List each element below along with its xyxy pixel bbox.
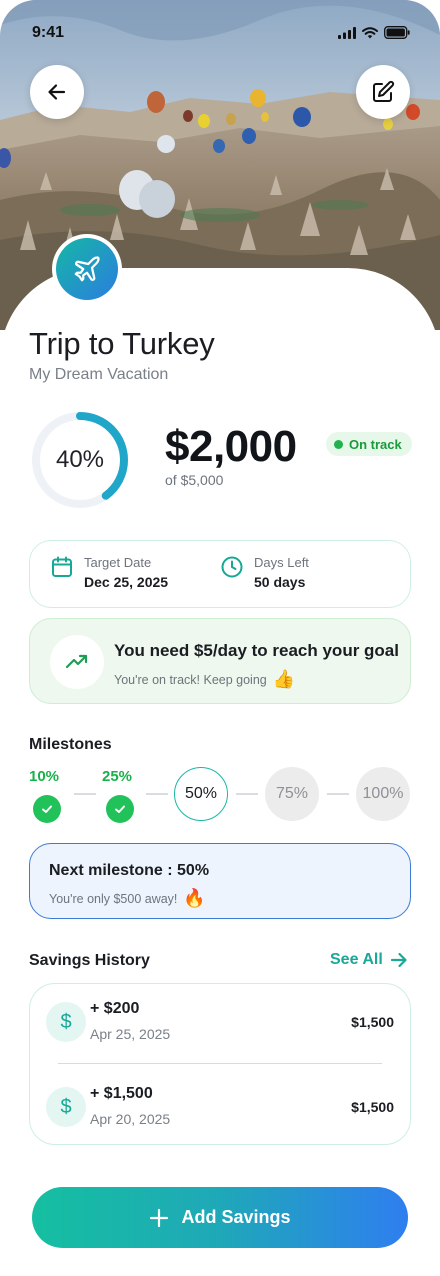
edit-icon xyxy=(373,80,395,102)
milestones-title: Milestones xyxy=(29,736,112,753)
phone-screen: 9:41 Trip to Turkey My Dream Vacation 40… xyxy=(0,0,440,1276)
check-icon xyxy=(115,805,125,813)
milestone-pending[interactable]: 100% xyxy=(356,767,410,821)
wifi-icon xyxy=(362,26,378,38)
target-date-label: Target Date xyxy=(84,555,152,570)
history-row[interactable]: $ + $200 Apr 25, 2025 $1,500 xyxy=(30,1000,412,1062)
signal-icon xyxy=(338,26,356,39)
back-button[interactable] xyxy=(30,65,84,119)
add-savings-label: Add Savings xyxy=(181,1207,291,1227)
tip-subtitle-text: You're on track! Keep going xyxy=(114,672,267,687)
fire-icon: 🔥 xyxy=(183,888,206,908)
target-amount: of $5,000 xyxy=(165,472,224,488)
history-amount: + $200 xyxy=(90,1000,140,1017)
status-dot xyxy=(334,439,343,449)
see-all-link[interactable]: See All xyxy=(330,950,409,970)
tip-icon-circle xyxy=(50,635,104,689)
savings-history-card: $ + $200 Apr 25, 2025 $1,500 $ + $1,500 … xyxy=(29,983,411,1145)
saved-amount: $2,000 xyxy=(165,422,297,471)
target-date-block: Target Date Dec 25, 2025 xyxy=(50,555,168,590)
milestone-active[interactable]: 50% xyxy=(174,767,228,821)
status-time: 9:41 xyxy=(32,24,65,41)
plus-icon xyxy=(150,1208,169,1227)
airplane-icon xyxy=(74,256,100,282)
history-date: Apr 25, 2025 xyxy=(90,1026,171,1042)
history-total: $1,500 xyxy=(351,1099,394,1115)
milestone-connector xyxy=(327,793,349,795)
status-icons xyxy=(338,26,410,39)
check-icon xyxy=(42,805,52,813)
milestone-check xyxy=(106,795,134,823)
savings-history-title: Savings History xyxy=(29,952,150,969)
clock-icon xyxy=(221,556,243,578)
next-milestone-subtitle-text: You're only $500 away! xyxy=(49,891,178,906)
next-milestone-title: Next milestone : 50% xyxy=(49,862,210,879)
history-divider xyxy=(58,1063,382,1064)
arrow-right-icon xyxy=(390,952,407,968)
status-badge: On track xyxy=(326,432,412,456)
goal-icon-badge xyxy=(52,234,122,304)
dollar-icon: $ xyxy=(46,1002,86,1042)
milestone-check xyxy=(33,795,61,823)
next-milestone-card: Next milestone : 50% You're only $500 aw… xyxy=(29,843,411,919)
history-row[interactable]: $ + $1,500 Apr 20, 2025 $1,500 xyxy=(30,1085,412,1147)
calendar-icon xyxy=(52,556,72,577)
progress-percent: 40% xyxy=(55,446,105,473)
battery-icon xyxy=(384,26,410,39)
dollar-icon: $ xyxy=(46,1087,86,1127)
arrow-left-icon xyxy=(48,84,66,100)
trending-up-icon xyxy=(65,654,88,669)
see-all-label: See All xyxy=(330,951,383,968)
tip-title: You need $5/day to reach your goal xyxy=(114,641,399,660)
dates-card: Target Date Dec 25, 2025 Days Left 50 da… xyxy=(29,540,411,608)
milestone-pending[interactable]: 75% xyxy=(265,767,319,821)
tip-subtitle: You're on track! Keep going 👍 xyxy=(114,669,295,690)
history-total: $1,500 xyxy=(351,1014,394,1030)
thumbs-up-icon: 👍 xyxy=(272,669,296,689)
milestone-connector xyxy=(74,793,96,795)
history-date: Apr 20, 2025 xyxy=(90,1111,171,1127)
status-badge-label: On track xyxy=(349,436,402,452)
history-amount: + $1,500 xyxy=(90,1085,153,1102)
milestone-connector xyxy=(236,793,258,795)
status-bar: 9:41 xyxy=(0,0,440,60)
daily-tip-card: You need $5/day to reach your goal You'r… xyxy=(29,618,411,704)
days-left-value: 50 days xyxy=(254,574,306,590)
goal-title: Trip to Turkey xyxy=(29,326,215,361)
days-left-block: Days Left 50 days xyxy=(220,555,309,590)
milestone-label: 25% xyxy=(102,768,133,785)
target-date-value: Dec 25, 2025 xyxy=(84,574,169,590)
goal-icon-circle xyxy=(56,238,118,300)
milestone-label: 10% xyxy=(29,768,60,785)
milestone-connector xyxy=(146,793,168,795)
next-milestone-subtitle: You're only $500 away! 🔥 xyxy=(49,888,206,909)
edit-button[interactable] xyxy=(356,65,410,119)
goal-subtitle: My Dream Vacation xyxy=(29,366,169,383)
days-left-label: Days Left xyxy=(254,555,309,570)
add-savings-button[interactable]: Add Savings xyxy=(32,1187,408,1248)
